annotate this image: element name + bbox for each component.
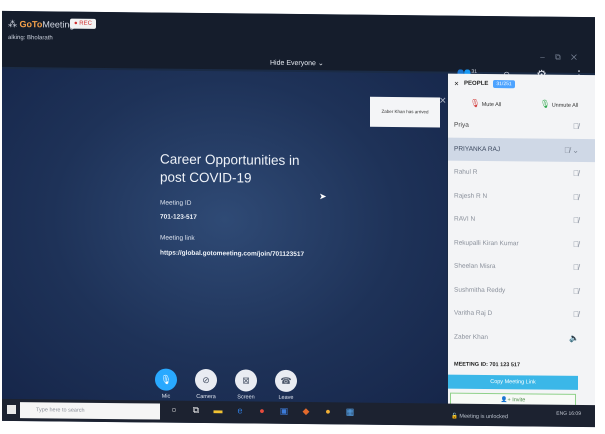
- mic-icon: 🎙: [540, 99, 551, 109]
- app-icon[interactable]: ▦: [344, 406, 356, 417]
- phone-leave-icon[interactable]: ☎: [275, 369, 297, 392]
- file-explorer-icon[interactable]: ▬: [212, 405, 224, 416]
- mic-control[interactable]: 🎙 Mic: [152, 368, 180, 400]
- people-panel: ✕ PEOPLE 31/251 🎙 Mute All 🎙 Unmute All …: [448, 73, 595, 414]
- list-item[interactable]: RAVI N 🎙̸: [448, 208, 595, 233]
- hide-everyone-toggle[interactable]: Hide Everyone ⌄: [270, 59, 324, 68]
- monitor-screen: ⁂ GoToMeeting ▾ ● REC alking: Bholarath …: [2, 10, 595, 428]
- meeting-stage: Zaber Khan has arrived ✕ Career Opportun…: [2, 68, 447, 404]
- photo-frame: ⁂ GoToMeeting ▾ ● REC alking: Bholarath …: [0, 0, 605, 434]
- taskbar-apps: ○ ⧉ ▬ e ● ▣ ◆ ● ▦: [168, 405, 356, 418]
- speaker-icon[interactable]: 🔈: [569, 334, 579, 343]
- screen-control[interactable]: ⊠ Screen: [232, 369, 260, 401]
- chrome-icon[interactable]: ●: [256, 406, 268, 417]
- screen-share-icon[interactable]: ⊠: [235, 369, 257, 392]
- windows-start-icon[interactable]: [7, 404, 16, 415]
- mic-muted-icon[interactable]: 🎙̸ ⌄: [564, 146, 579, 155]
- panel-close-icon[interactable]: ✕: [454, 80, 459, 87]
- store-icon[interactable]: ▣: [278, 406, 290, 417]
- list-item[interactable]: PRIYANKA RAJ 🎙̸ ⌄: [448, 137, 595, 163]
- mic-muted-icon[interactable]: 🎙̸: [573, 193, 579, 202]
- task-view-icon[interactable]: ⧉: [190, 405, 202, 416]
- list-item[interactable]: Priya 🎙̸: [448, 114, 595, 139]
- unmute-all-button[interactable]: 🎙 Unmute All: [540, 100, 578, 109]
- edge-icon[interactable]: e: [234, 405, 246, 416]
- arrival-toast: Zaber Khan has arrived: [370, 96, 440, 128]
- mic-muted-icon: 🎙: [470, 98, 481, 108]
- camera-off-icon[interactable]: ⊘: [195, 368, 217, 392]
- title-bar: ⁂ GoToMeeting ▾ ● REC alking: Bholarath …: [2, 10, 595, 82]
- leave-control[interactable]: ☎ Leave: [272, 369, 300, 401]
- list-item[interactable]: Zaber Khan 🔈: [448, 325, 595, 350]
- meeting-controls: 🎙 Mic ⊘ Camera ⊠ Screen ☎ Leave: [152, 368, 300, 401]
- meeting-id-label: Meeting ID: [160, 199, 192, 207]
- list-item[interactable]: Sheelan Misra 🎙̸: [448, 255, 595, 280]
- mute-all-button[interactable]: 🎙 Mute All: [470, 99, 501, 108]
- mouse-cursor-icon: ➤: [319, 191, 327, 202]
- mic-muted-icon[interactable]: 🎙̸: [573, 122, 579, 131]
- mic-muted-icon[interactable]: 🎙̸: [573, 240, 579, 249]
- list-item[interactable]: Rahul R 🎙̸: [448, 161, 595, 186]
- copy-meeting-link-button[interactable]: Copy Meeting Link: [448, 374, 578, 390]
- cortana-icon[interactable]: ○: [168, 405, 180, 416]
- meeting-id-value: 701-123-517: [160, 213, 197, 221]
- toast-close-icon[interactable]: ✕: [439, 95, 447, 106]
- mic-muted-icon[interactable]: 🎙̸: [573, 287, 579, 296]
- mic-muted-icon[interactable]: 🎙̸: [573, 263, 579, 272]
- mic-muted-icon[interactable]: 🎙̸: [573, 216, 579, 225]
- list-item[interactable]: Varitha Raj D 🎙̸: [448, 302, 595, 327]
- people-panel-header: ✕ PEOPLE 31/251: [448, 74, 595, 96]
- people-count-badge: 31/251: [493, 80, 515, 89]
- meeting-link-value[interactable]: https://global.gotomeeting.com/join/7011…: [160, 250, 304, 259]
- system-tray[interactable]: ENG 16:09: [556, 411, 581, 417]
- list-item[interactable]: Rekupalli Kiran Kumar 🎙̸: [448, 231, 595, 256]
- gotomeeting-taskbar-icon[interactable]: ●: [322, 406, 334, 417]
- talking-indicator: alking: Bholarath: [8, 34, 53, 42]
- list-item[interactable]: Rajesh R N 🎙̸: [448, 184, 595, 209]
- taskbar-search-input[interactable]: Type here to search: [20, 402, 160, 420]
- people-title: PEOPLE: [464, 80, 489, 87]
- list-item[interactable]: Sushmitha Reddy 🎙̸: [448, 278, 595, 303]
- meeting-unlocked-status: 🔓 Meeting is unlocked: [451, 413, 509, 421]
- mic-muted-icon[interactable]: 🎙̸: [573, 169, 579, 178]
- app-icon[interactable]: ◆: [300, 406, 312, 417]
- add-person-icon: 👤+: [500, 397, 513, 404]
- mic-muted-icon[interactable]: 🎙̸: [573, 310, 579, 319]
- app-logo-icon: ⁂: [8, 18, 20, 30]
- window-controls[interactable]: – ⧉ ✕: [540, 53, 581, 63]
- mic-icon[interactable]: 🎙: [155, 368, 177, 391]
- mute-controls: 🎙 Mute All 🎙 Unmute All: [448, 96, 595, 114]
- meeting-link-label: Meeting link: [160, 234, 195, 242]
- meeting-title: Career Opportunities in post COVID-19: [160, 151, 300, 186]
- panel-meeting-id: MEETING ID: 701 123 517: [454, 361, 521, 369]
- participant-list: Priya 🎙̸ PRIYANKA RAJ 🎙̸ ⌄ Rahul R 🎙̸ Rajes…: [448, 114, 595, 351]
- camera-control[interactable]: ⊘ Camera: [192, 368, 220, 400]
- recording-badge[interactable]: ● REC: [70, 18, 96, 29]
